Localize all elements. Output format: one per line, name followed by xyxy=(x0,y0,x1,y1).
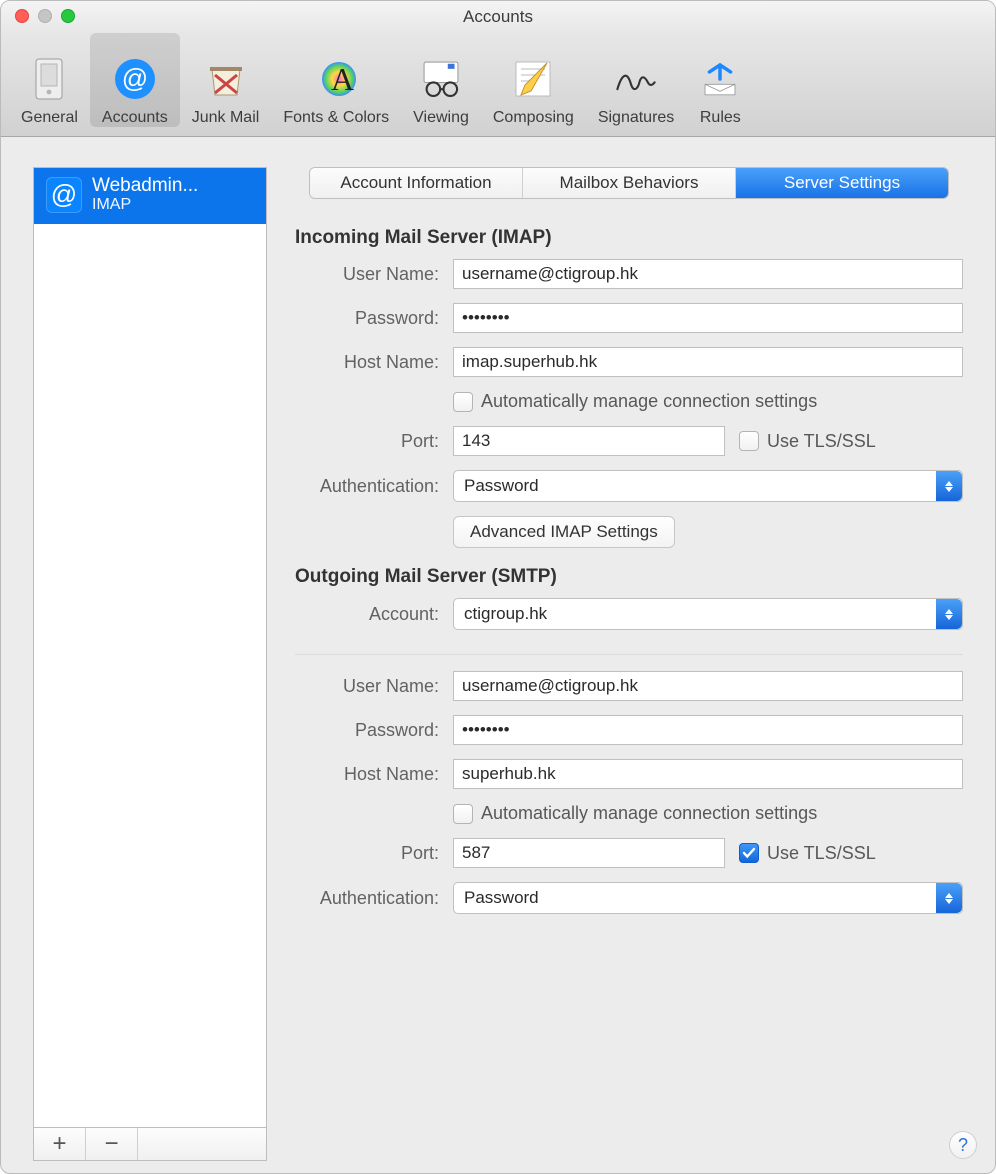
tab-label: Viewing xyxy=(413,109,469,127)
svg-text:@: @ xyxy=(51,179,77,209)
divider xyxy=(295,654,963,655)
outgoing-host-label: Host Name: xyxy=(295,764,453,785)
remove-account-button[interactable]: − xyxy=(86,1128,138,1160)
tab-account-info[interactable]: Account Information xyxy=(310,168,523,198)
help-button[interactable]: ? xyxy=(949,1131,977,1159)
tab-rules[interactable]: Rules xyxy=(686,33,754,127)
incoming-host-label: Host Name: xyxy=(295,352,453,373)
account-list: @ Webadmin... IMAP xyxy=(33,167,267,1127)
settings-panel: Account Information Mailbox Behaviors Se… xyxy=(295,167,963,1161)
account-type: IMAP xyxy=(92,196,198,214)
outgoing-auto-label: Automatically manage connection settings xyxy=(481,803,817,824)
svg-text:@: @ xyxy=(122,63,148,93)
tab-server-settings[interactable]: Server Settings xyxy=(736,168,948,198)
outgoing-heading: Outgoing Mail Server (SMTP) xyxy=(295,566,963,588)
tab-label: Composing xyxy=(493,109,574,127)
outgoing-tls-label: Use TLS/SSL xyxy=(767,843,876,864)
tab-label: Fonts & Colors xyxy=(283,109,389,127)
chevron-updown-icon xyxy=(936,471,962,501)
outgoing-pass-label: Password: xyxy=(295,720,453,741)
outgoing-account-label: Account: xyxy=(295,604,453,625)
incoming-host-field[interactable] xyxy=(453,347,963,377)
incoming-heading: Incoming Mail Server (IMAP) xyxy=(295,227,963,249)
select-value: ctigroup.hk xyxy=(464,604,547,624)
chevron-updown-icon xyxy=(936,883,962,913)
prefs-toolbar: General @ Accounts Junk Mail A Fonts & C… xyxy=(1,33,995,137)
window-controls xyxy=(15,9,75,23)
account-name: Webadmin... xyxy=(92,176,198,196)
window-title: Accounts xyxy=(463,7,533,27)
outgoing-auth-label: Authentication: xyxy=(295,888,453,909)
titlebar: Accounts xyxy=(1,1,995,33)
signatures-icon xyxy=(614,57,658,101)
content: @ Webadmin... IMAP + − Account Informati… xyxy=(1,137,995,1173)
account-row[interactable]: @ Webadmin... IMAP xyxy=(34,168,266,224)
incoming-port-label: Port: xyxy=(295,431,453,452)
window: Accounts General @ Accounts Junk Mail A xyxy=(0,0,996,1174)
incoming-user-field[interactable] xyxy=(453,259,963,289)
tab-label: Accounts xyxy=(102,109,168,127)
advanced-imap-button[interactable]: Advanced IMAP Settings xyxy=(453,516,675,548)
tab-fonts[interactable]: A Fonts & Colors xyxy=(271,33,401,127)
incoming-auth-label: Authentication: xyxy=(295,476,453,497)
composing-icon xyxy=(511,57,555,101)
incoming-tls-label: Use TLS/SSL xyxy=(767,431,876,452)
outgoing-port-label: Port: xyxy=(295,843,453,864)
general-icon xyxy=(27,57,71,101)
tab-viewing[interactable]: Viewing xyxy=(401,33,481,127)
incoming-auto-label: Automatically manage connection settings xyxy=(481,391,817,412)
rules-icon xyxy=(698,57,742,101)
outgoing-host-field[interactable] xyxy=(453,759,963,789)
tab-composing[interactable]: Composing xyxy=(481,33,586,127)
checkbox-icon xyxy=(453,804,473,824)
select-value: Password xyxy=(464,476,539,496)
add-remove-bar: + − xyxy=(33,1127,267,1161)
at-icon: @ xyxy=(46,177,82,213)
outgoing-user-field[interactable] xyxy=(453,671,963,701)
tab-label: Junk Mail xyxy=(192,109,260,127)
junk-icon xyxy=(204,57,248,101)
incoming-auth-select[interactable]: Password xyxy=(453,470,963,502)
incoming-auto-checkbox[interactable]: Automatically manage connection settings xyxy=(453,391,817,412)
minimize-button[interactable] xyxy=(38,9,52,23)
zoom-button[interactable] xyxy=(61,9,75,23)
settings-tabs: Account Information Mailbox Behaviors Se… xyxy=(309,167,949,199)
outgoing-pass-field[interactable] xyxy=(453,715,963,745)
incoming-pass-field[interactable] xyxy=(453,303,963,333)
tab-signatures[interactable]: Signatures xyxy=(586,33,687,127)
close-button[interactable] xyxy=(15,9,29,23)
select-value: Password xyxy=(464,888,539,908)
outgoing-auto-checkbox[interactable]: Automatically manage connection settings xyxy=(453,803,817,824)
outgoing-auth-select[interactable]: Password xyxy=(453,882,963,914)
incoming-pass-label: Password: xyxy=(295,308,453,329)
add-account-button[interactable]: + xyxy=(34,1128,86,1160)
spacer xyxy=(138,1128,266,1160)
outgoing-account-select[interactable]: ctigroup.hk xyxy=(453,598,963,630)
incoming-port-field[interactable] xyxy=(453,426,725,456)
tab-label: General xyxy=(21,109,78,127)
accounts-sidebar: @ Webadmin... IMAP + − xyxy=(33,167,267,1161)
incoming-tls-checkbox[interactable]: Use TLS/SSL xyxy=(739,431,876,452)
checkbox-icon xyxy=(453,392,473,412)
viewing-icon xyxy=(419,57,463,101)
tab-accounts[interactable]: @ Accounts xyxy=(90,33,180,127)
checkbox-icon xyxy=(739,431,759,451)
incoming-user-label: User Name: xyxy=(295,264,453,285)
accounts-icon: @ xyxy=(113,57,157,101)
outgoing-tls-checkbox[interactable]: Use TLS/SSL xyxy=(739,843,876,864)
outgoing-user-label: User Name: xyxy=(295,676,453,697)
svg-text:A: A xyxy=(331,61,354,97)
outgoing-port-field[interactable] xyxy=(453,838,725,868)
checkbox-icon xyxy=(739,843,759,863)
fonts-icon: A xyxy=(314,57,358,101)
tab-label: Signatures xyxy=(598,109,675,127)
tab-general[interactable]: General xyxy=(9,33,90,127)
tab-label: Rules xyxy=(700,109,741,127)
tab-mailbox-behaviors[interactable]: Mailbox Behaviors xyxy=(523,168,736,198)
chevron-updown-icon xyxy=(936,599,962,629)
tab-junk[interactable]: Junk Mail xyxy=(180,33,272,127)
